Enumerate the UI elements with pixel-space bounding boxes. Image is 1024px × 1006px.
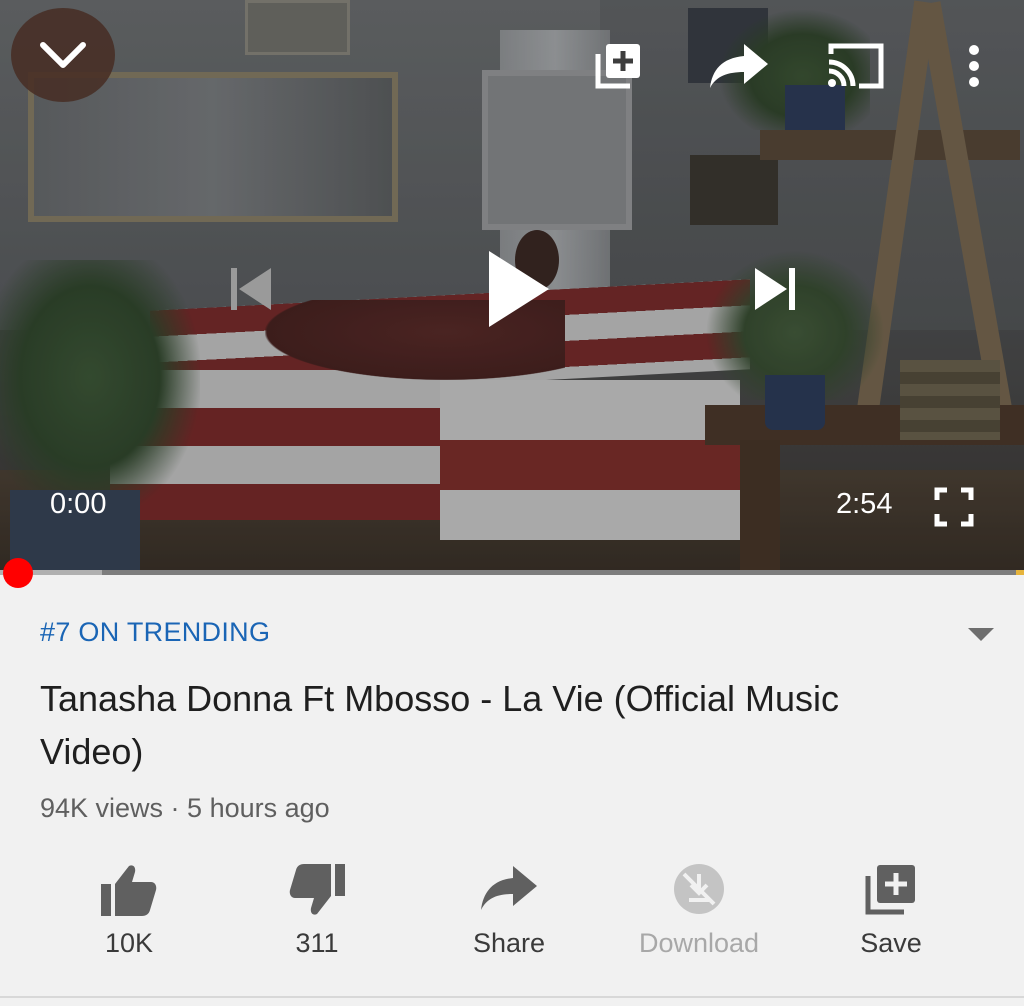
more-options-button[interactable] xyxy=(958,38,990,94)
video-duration: 2:54 xyxy=(836,488,893,520)
current-time: 0:00 xyxy=(50,488,107,520)
player-share-button[interactable] xyxy=(705,38,773,94)
playlist-add-icon xyxy=(865,865,915,915)
play-button[interactable] xyxy=(478,244,558,334)
expand-description-icon[interactable] xyxy=(968,628,994,641)
share-arrow-icon xyxy=(710,44,768,88)
download-button[interactable]: Download xyxy=(614,856,784,971)
thumb-up-icon xyxy=(101,865,157,916)
share-icon xyxy=(481,866,537,910)
trending-badge[interactable]: #7 ON TRENDING xyxy=(40,617,270,648)
save-label: Save xyxy=(860,928,922,958)
save-button[interactable]: Save xyxy=(806,856,976,971)
fullscreen-icon xyxy=(934,487,974,527)
fullscreen-button[interactable] xyxy=(928,483,980,531)
add-to-queue-icon xyxy=(595,44,640,89)
cast-button[interactable] xyxy=(822,36,888,94)
dislike-button[interactable]: 311 xyxy=(232,856,402,971)
skip-previous-icon xyxy=(231,268,271,310)
play-icon xyxy=(489,251,549,327)
seek-bar[interactable] xyxy=(0,570,1024,575)
more-vert-icon xyxy=(969,45,979,87)
video-meta: 94K views · 5 hours ago xyxy=(40,793,330,823)
action-bar: 10K 311 Share Download Save xyxy=(0,856,1024,976)
download-label: Download xyxy=(638,928,760,958)
video-player[interactable]: 0:00 2:54 xyxy=(0,0,1024,575)
download-disabled-icon xyxy=(674,864,724,914)
seek-bar-end-marker xyxy=(1016,570,1024,575)
seek-scrubber-handle[interactable] xyxy=(3,558,33,588)
section-divider xyxy=(0,996,1024,998)
add-to-queue-button[interactable] xyxy=(588,38,648,94)
share-label: Share xyxy=(472,928,546,958)
cast-icon xyxy=(828,43,884,89)
share-button[interactable]: Share xyxy=(424,856,594,971)
previous-video-button[interactable] xyxy=(222,260,280,318)
video-title: Tanasha Donna Ft Mbosso - La Vie (Offici… xyxy=(40,678,840,772)
next-video-button[interactable] xyxy=(746,260,804,318)
thumb-down-icon xyxy=(289,864,345,915)
chevron-down-icon xyxy=(40,42,86,68)
skip-next-icon xyxy=(755,268,795,310)
like-count: 10K xyxy=(104,928,154,958)
minimize-player-button[interactable] xyxy=(11,8,115,102)
dislike-count: 311 xyxy=(295,928,339,958)
like-button[interactable]: 10K xyxy=(44,856,214,971)
